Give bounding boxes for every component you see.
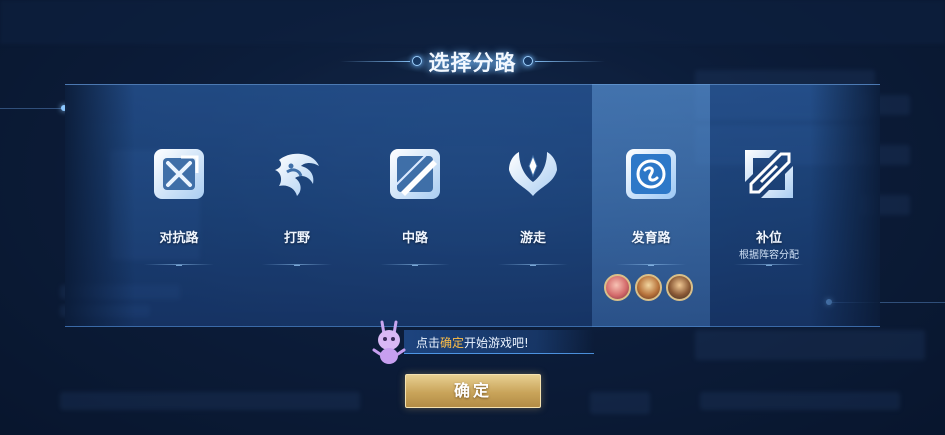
hint-text: 点击确定开始游戏吧! <box>416 334 529 351</box>
fill-swap-icon <box>745 150 793 198</box>
mascot-icon <box>372 320 406 364</box>
role-option-jungle[interactable]: 打野 <box>238 84 356 327</box>
role-sublabel: 根据阵容分配 <box>739 250 799 261</box>
mid-lane-blade-icon <box>390 149 440 199</box>
hero-avatar[interactable] <box>666 274 693 301</box>
role-label: 打野 <box>283 231 310 246</box>
crossed-swords-icon <box>154 149 204 199</box>
role-option-roam[interactable]: 游走 <box>474 84 592 327</box>
role-list: 对抗路 打野 中路 游走 发育路 补位 根据阵容分配 <box>120 84 830 327</box>
confirm-button[interactable]: 确定 <box>405 374 541 408</box>
role-select-screen: 选择分路 对抗路 打野 中路 游走 发育路 补位 根据阵容分配 点击确定开始游戏… <box>0 0 945 435</box>
title-banner: 选择分路 <box>330 42 615 82</box>
role-divider <box>616 264 686 266</box>
role-label: 补位 <box>755 231 782 246</box>
role-option-top-lane[interactable]: 对抗路 <box>120 84 238 327</box>
hint-highlight: 确定 <box>440 336 465 350</box>
wings-icon <box>509 152 557 196</box>
role-label: 发育路 <box>631 231 671 246</box>
role-option-fill[interactable]: 补位 根据阵容分配 <box>710 84 828 327</box>
page-title: 选择分路 <box>428 51 517 75</box>
role-label: 对抗路 <box>159 231 199 246</box>
decor-line <box>0 108 66 109</box>
hero-avatar-group <box>604 274 698 302</box>
role-divider <box>262 264 332 266</box>
role-divider <box>734 264 804 266</box>
dragon-icon <box>275 153 319 196</box>
start-hint: 点击确定开始游戏吧! <box>372 318 602 366</box>
hint-suffix: 开始游戏吧! <box>464 336 529 350</box>
role-divider <box>380 264 450 266</box>
hint-prefix: 点击 <box>416 336 441 350</box>
role-divider <box>498 264 568 266</box>
role-divider <box>144 264 214 266</box>
role-label: 中路 <box>401 231 428 246</box>
marksman-icon <box>626 149 676 199</box>
role-label: 游走 <box>519 231 546 246</box>
hero-avatar[interactable] <box>604 274 631 301</box>
role-option-farm-lane[interactable]: 发育路 <box>592 84 710 327</box>
hero-avatar[interactable] <box>635 274 662 301</box>
role-option-mid-lane[interactable]: 中路 <box>356 84 474 327</box>
